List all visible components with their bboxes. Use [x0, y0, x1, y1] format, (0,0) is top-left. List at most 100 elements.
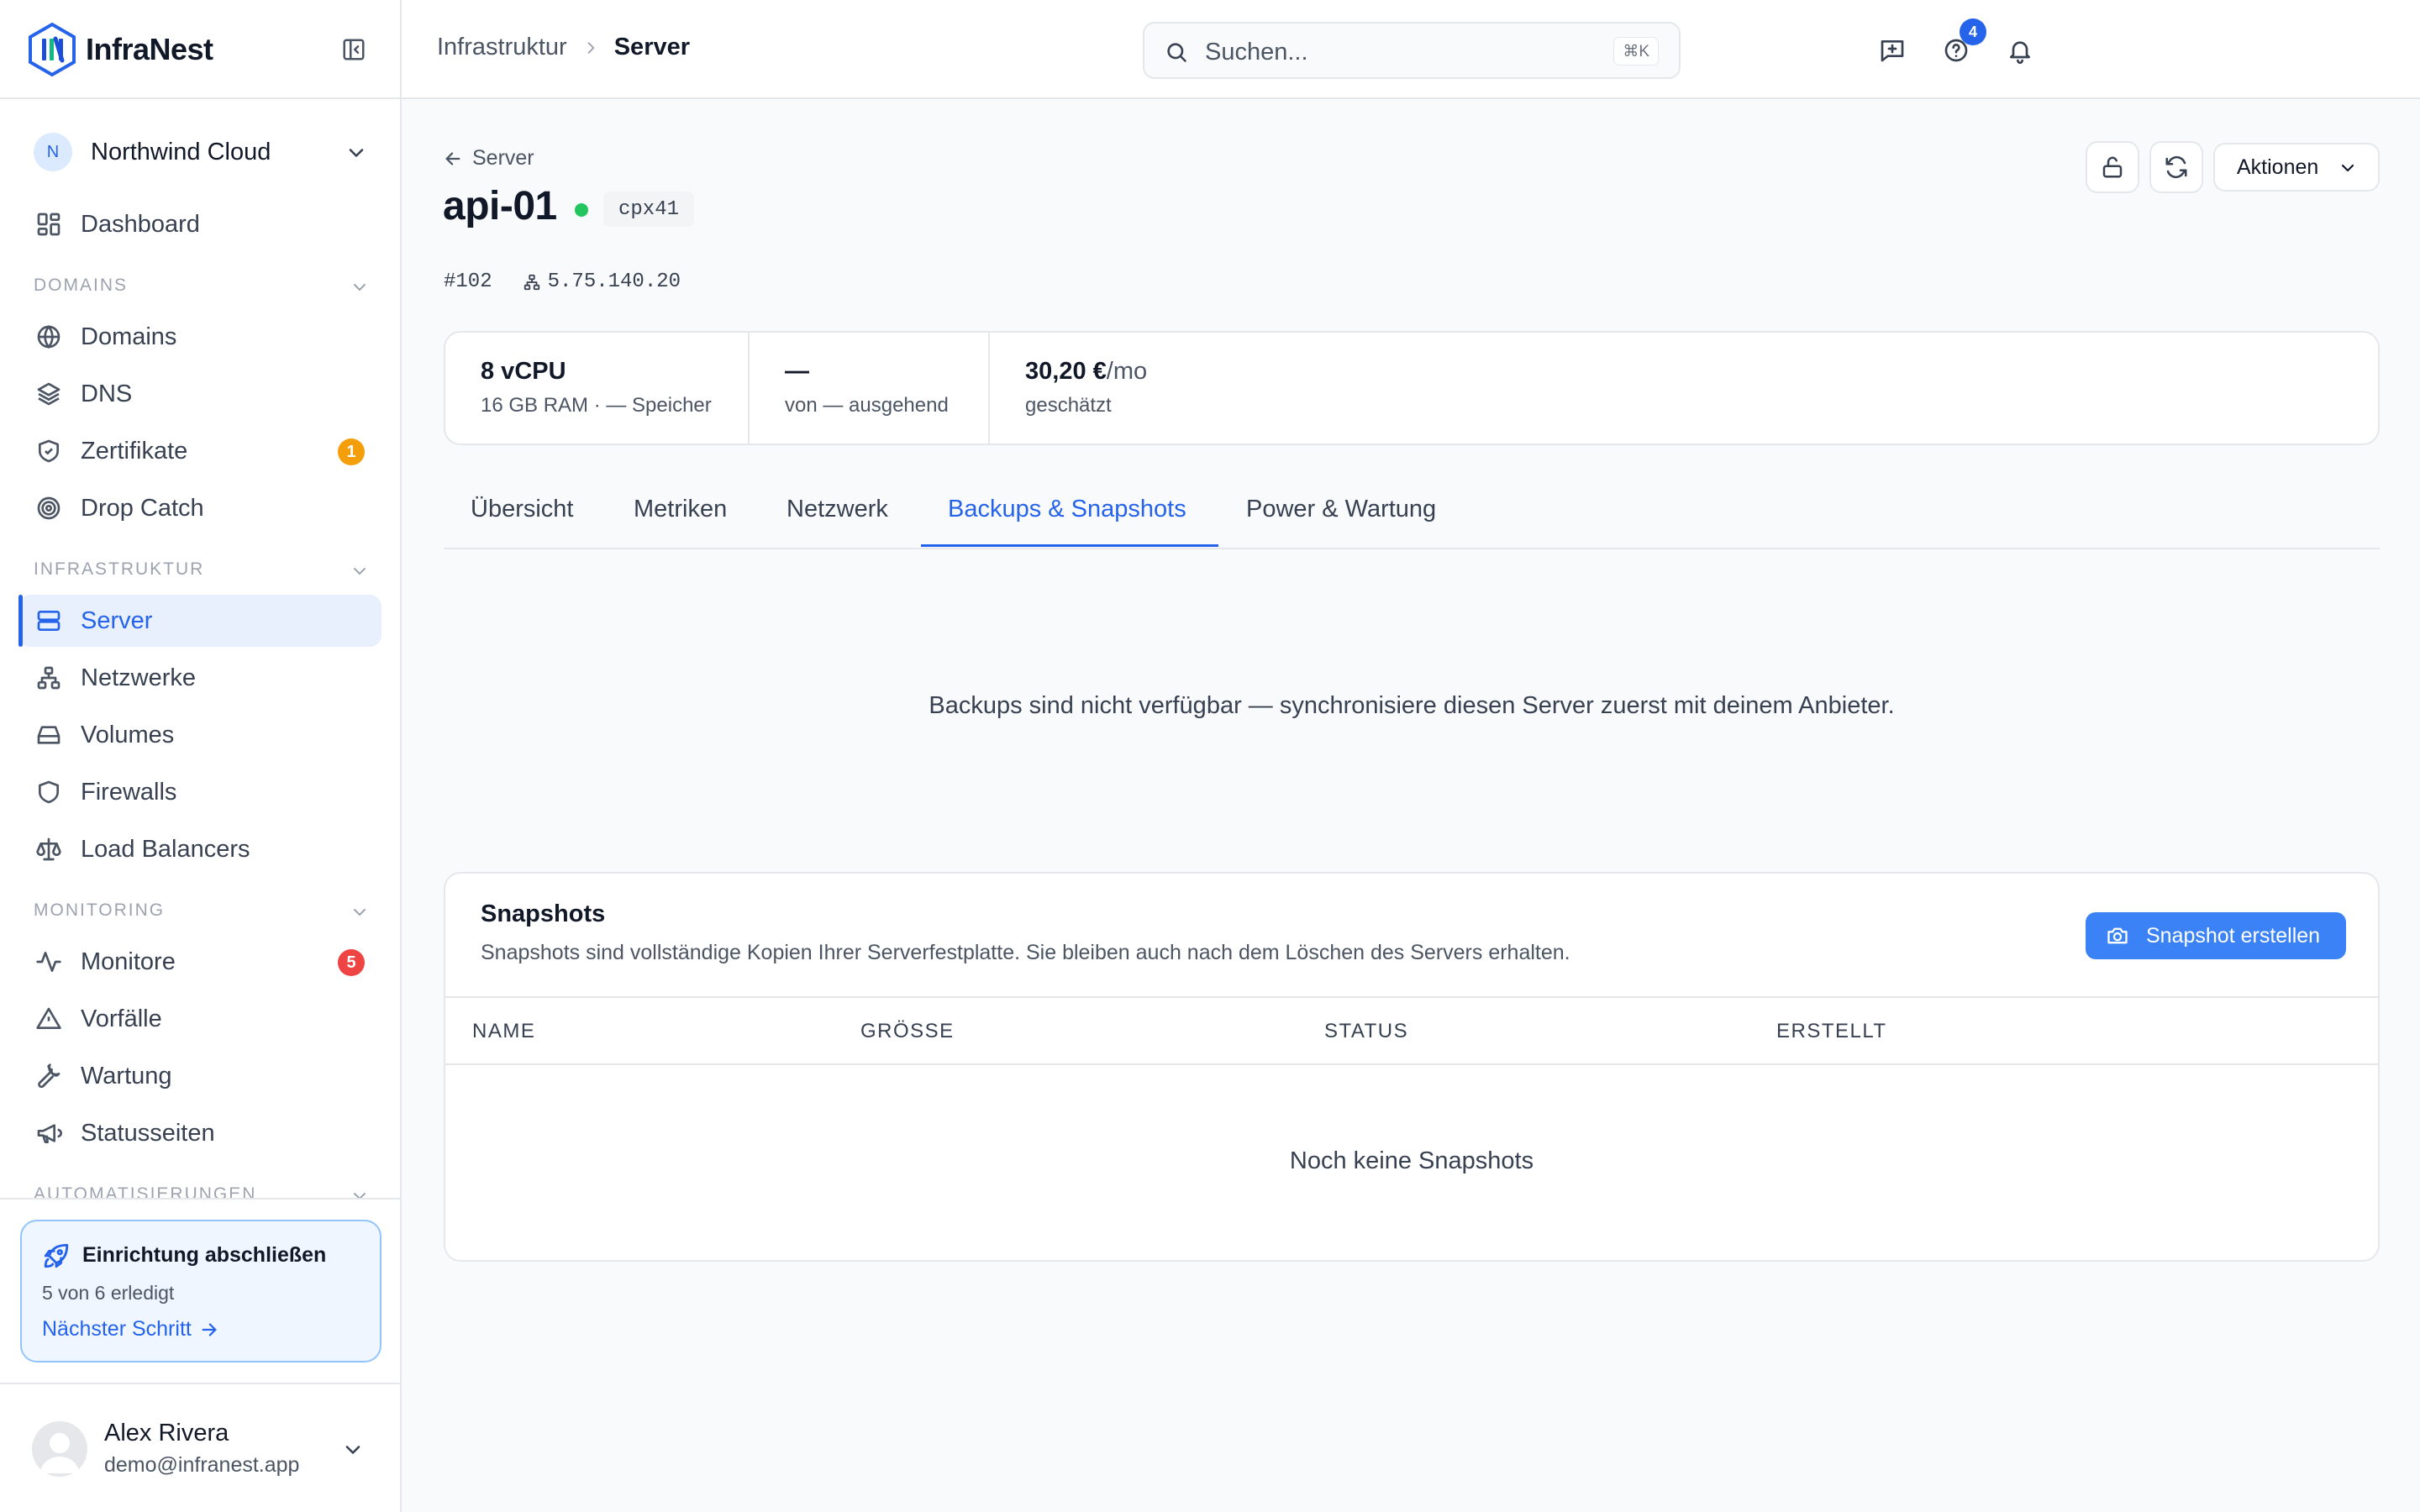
sidebar-item-label: Volumes — [81, 721, 175, 748]
search-placeholder: Suchen... — [1205, 39, 1308, 66]
column-header-name[interactable]: NAME — [472, 1020, 535, 1043]
feedback-icon[interactable] — [1879, 37, 1906, 64]
server-stats: 8 vCPU 16 GB RAM · — Speicher — von — au… — [444, 331, 2380, 445]
setup-card: Einrichtung abschließen 5 von 6 erledigt… — [20, 1220, 381, 1362]
server-ip: 5.75.140.20 — [523, 270, 681, 293]
section-head-monitoring[interactable]: MONITORING — [34, 900, 370, 926]
sidebar-item-load-balancers[interactable]: Load Balancers — [18, 823, 381, 875]
search-icon — [1167, 43, 1186, 62]
sidebar-item-maintenance[interactable]: Wartung — [18, 1050, 381, 1102]
column-header-created[interactable]: ERSTELLT — [1776, 1020, 1887, 1043]
tab-metrics[interactable]: Metriken — [634, 496, 727, 523]
breadcrumb-infrastructure[interactable]: Infrastruktur — [437, 34, 567, 61]
chevron-right-icon — [587, 41, 595, 54]
user-name: Alex Rivera — [104, 1420, 229, 1446]
section-head-infrastructure[interactable]: INFRASTRUKTUR — [34, 559, 370, 585]
org-name: Northwind Cloud — [91, 138, 271, 165]
count-badge: 5 — [338, 949, 365, 976]
stat-value-text: — — [785, 358, 809, 385]
sidebar-item-monitors[interactable]: Monitore 5 — [18, 936, 381, 988]
sidebar-item-volumes[interactable]: Volumes — [18, 709, 381, 761]
sidebar-item-firewalls[interactable]: Firewalls — [18, 766, 381, 818]
sidebar-item-domains[interactable]: Domains — [18, 311, 381, 363]
hard-drive-icon — [37, 726, 60, 744]
sidebar-item-networks[interactable]: Netzwerke — [18, 652, 381, 704]
sidebar-collapse-icon[interactable] — [341, 37, 366, 62]
network-icon — [523, 274, 539, 290]
refresh-icon — [2165, 155, 2187, 179]
tab-overview[interactable]: Übersicht — [471, 496, 574, 523]
lock-button[interactable] — [2086, 141, 2139, 193]
stat-unit: /mo — [1106, 358, 1148, 385]
breadcrumb-server: Server — [613, 34, 691, 60]
user-menu[interactable]: Alex Rivera demo@infranest.app — [0, 1383, 400, 1512]
topbar: Infrastruktur Server Suchen... ⌘K 4 — [402, 0, 2420, 99]
stat-value: 8 vCPU — [481, 358, 748, 386]
stat-label: geschätzt — [1025, 394, 1112, 417]
search-input[interactable]: Suchen... ⌘K — [1143, 22, 1681, 79]
server-icon — [37, 611, 60, 631]
tab-power-maintenance[interactable]: Power & Wartung — [1246, 496, 1436, 523]
snapshots-title: Snapshots — [481, 900, 606, 927]
sidebar: InfraNest N Northwind Cloud Dashboard DO… — [0, 0, 402, 1512]
tab-backups-snapshots[interactable]: Backups & Snapshots — [948, 496, 1186, 523]
sidebar-item-dns[interactable]: DNS — [18, 368, 381, 420]
sidebar-item-label: Vorfälle — [81, 1005, 162, 1032]
sidebar-item-label: Netzwerke — [81, 664, 196, 691]
globe-icon — [37, 324, 60, 349]
network-icon — [37, 666, 60, 690]
back-to-servers-link[interactable]: Server — [444, 146, 534, 171]
notification-count-badge: 4 — [1960, 18, 1986, 45]
section-title: DOMAINS — [34, 276, 129, 295]
shield-check-icon — [39, 439, 59, 463]
chevron-down-icon — [345, 1446, 360, 1454]
tab-bar: Übersicht Metriken Netzwerk Backups & Sn… — [444, 482, 2380, 549]
divider — [0, 1198, 400, 1200]
next-step-link[interactable]: Nächster Schritt — [42, 1317, 218, 1341]
infranest-logo-icon[interactable] — [27, 22, 77, 77]
stat-compute: 8 vCPU 16 GB RAM · — Speicher — [445, 333, 750, 444]
back-label: Server — [472, 146, 534, 170]
stat-value-text: 8 vCPU — [481, 358, 566, 385]
next-step-label: Nächster Schritt — [42, 1317, 192, 1341]
layers-icon — [37, 382, 60, 406]
section-head-domains[interactable]: DOMAINS — [34, 276, 370, 301]
snapshots-card: Snapshots Snapshots sind vollständige Ko… — [444, 872, 2380, 1262]
sync-button[interactable] — [2149, 141, 2203, 193]
status-indicator — [575, 203, 588, 217]
sidebar-scroll-clip: AUTOMATISIERUNGEN — [0, 1179, 400, 1198]
stat-traffic: — von — ausgehend — [750, 333, 990, 444]
activity-icon — [36, 952, 61, 972]
section-head-automation[interactable]: AUTOMATISIERUNGEN — [34, 1184, 370, 1198]
sidebar-item-label: Drop Catch — [81, 494, 204, 522]
ip-address: 5.75.140.20 — [547, 270, 681, 293]
sidebar-item-incidents[interactable]: Vorfälle — [18, 993, 381, 1045]
megaphone-icon — [37, 1124, 62, 1143]
stat-label: 16 GB RAM · — Speicher — [481, 394, 712, 417]
column-header-size[interactable]: GRÖSSE — [860, 1020, 955, 1043]
dashboard-icon — [37, 213, 60, 236]
sidebar-item-certificates[interactable]: Zertifikate 1 — [18, 425, 381, 477]
sidebar-item-drop-catch[interactable]: Drop Catch — [18, 482, 381, 534]
user-email: demo@infranest.app — [104, 1453, 300, 1477]
bell-icon[interactable] — [2007, 37, 2033, 64]
actions-dropdown[interactable]: Aktionen — [2213, 143, 2380, 192]
sidebar-item-label: Wartung — [81, 1062, 172, 1089]
sidebar-item-label: DNS — [81, 380, 133, 407]
count-badge: 1 — [338, 438, 365, 465]
stat-value-text: 30,20 € — [1025, 358, 1107, 385]
sidebar-item-server[interactable]: Server — [18, 595, 381, 647]
search-shortcut: ⌘K — [1613, 37, 1659, 66]
column-header-status[interactable]: STATUS — [1324, 1020, 1408, 1043]
stat-value: 30,20 €/mo — [1025, 358, 2378, 386]
stat-label: von — ausgehend — [785, 394, 949, 417]
unlock-icon — [2102, 156, 2123, 178]
create-snapshot-button[interactable]: Snapshot erstellen — [2086, 912, 2346, 959]
chevron-down-icon — [349, 149, 364, 157]
org-switcher[interactable]: N Northwind Cloud — [34, 131, 373, 173]
tab-network[interactable]: Netzwerk — [786, 496, 888, 523]
sidebar-item-dashboard[interactable]: Dashboard — [18, 198, 381, 250]
sidebar-item-status-pages[interactable]: Statusseiten — [18, 1107, 381, 1159]
arrow-left-icon — [445, 151, 460, 165]
shield-icon — [39, 780, 59, 804]
